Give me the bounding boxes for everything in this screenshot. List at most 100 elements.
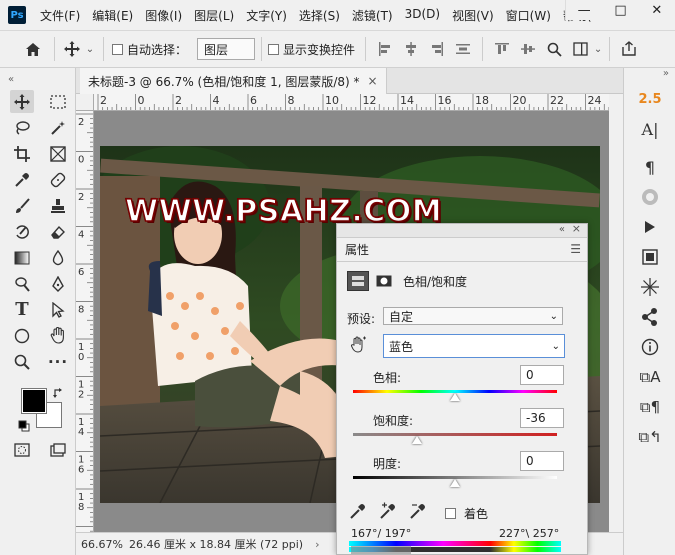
eyedropper-subtract-icon[interactable] (409, 502, 427, 523)
preset-dropdown[interactable]: 自定 ⌄ (383, 307, 563, 325)
collapse-toolbar-icon[interactable]: « (0, 68, 75, 90)
menu-item[interactable]: 图层(L) (188, 7, 240, 24)
history-brush-icon[interactable] (10, 220, 34, 243)
status-arrow-icon[interactable]: › (315, 538, 319, 551)
auto-select-checkbox[interactable]: 自动选择： (112, 41, 187, 58)
workspace-icon[interactable] (567, 42, 593, 56)
menu-item[interactable]: 文件(F) (34, 7, 86, 24)
move-tool-icon[interactable] (10, 90, 34, 113)
saturation-input[interactable]: -36 (520, 408, 564, 428)
default-colors-icon[interactable] (18, 420, 30, 432)
paragraph-styles-icon[interactable]: ⧉¶ (624, 392, 675, 422)
menu-item[interactable]: 编辑(E) (86, 7, 139, 24)
crop-tool-icon[interactable] (10, 142, 34, 165)
checkbox-box[interactable] (268, 43, 280, 55)
search-icon[interactable] (541, 42, 567, 57)
dodge-tool-icon[interactable] (10, 272, 34, 295)
screen-mode-icon[interactable] (46, 438, 70, 461)
chevron-down-icon[interactable]: ⌄ (83, 36, 97, 62)
panel-menu-icon[interactable]: ☰ (570, 242, 581, 256)
character-styles-icon[interactable]: ⧉A (624, 362, 675, 392)
eyedropper-add-icon[interactable] (379, 502, 397, 523)
swap-colors-icon[interactable] (52, 386, 66, 400)
eraser-tool-icon[interactable] (46, 220, 70, 243)
panel-title-bar: 属性 ☰ (337, 238, 587, 262)
layer-dropdown[interactable]: 图层 (197, 38, 256, 60)
healing-brush-icon[interactable] (46, 168, 70, 191)
menu-item[interactable]: 选择(S) (293, 7, 346, 24)
type-tool-icon[interactable]: T (10, 298, 34, 321)
share-icon[interactable] (616, 41, 642, 57)
path-selection-icon[interactable] (46, 298, 70, 321)
magic-wand-icon[interactable] (46, 116, 70, 139)
colorize-checkbox[interactable]: 着色 (445, 505, 488, 522)
hue-input[interactable]: 0 (520, 365, 564, 385)
menu-item[interactable]: 窗口(W) (500, 7, 557, 24)
gradient-tool-icon[interactable] (10, 246, 34, 269)
foreground-color-swatch[interactable] (21, 388, 47, 414)
character-icon[interactable]: A| (624, 114, 675, 144)
show-transform-checkbox[interactable]: 显示变换控件 (268, 41, 355, 58)
stamp-tool-icon[interactable] (46, 194, 70, 217)
saturation-value: -36 (526, 411, 546, 425)
adjustments-icon[interactable] (624, 302, 675, 332)
color-range-selector[interactable] (351, 546, 411, 554)
brush-tool-icon[interactable] (10, 194, 34, 217)
align-hcenter-icon[interactable] (398, 42, 424, 56)
channel-dropdown[interactable]: 蓝色 ⌄ (383, 334, 565, 358)
pen-tool-icon[interactable] (46, 272, 70, 295)
zoom-tool-icon[interactable] (10, 350, 34, 373)
lightness-input[interactable]: 0 (520, 451, 564, 471)
checkbox-box[interactable] (112, 43, 123, 55)
move-tool-icon[interactable] (61, 36, 83, 62)
saturation-slider-thumb[interactable] (412, 436, 422, 444)
paragraph-icon[interactable]: ¶ (624, 152, 675, 182)
menu-item[interactable]: 文字(Y) (240, 7, 293, 24)
saturation-slider-track[interactable] (353, 433, 557, 436)
frame-tool-icon[interactable] (46, 142, 70, 165)
layer-mask-icon[interactable] (375, 274, 393, 288)
show-transform-label: 显示变换控件 (283, 42, 356, 57)
brush-settings-icon[interactable] (624, 272, 675, 302)
eyedropper-icon[interactable] (10, 168, 34, 191)
quick-mask-icon[interactable] (10, 438, 34, 461)
close-panel-icon[interactable]: × (572, 222, 581, 235)
libraries-icon[interactable] (624, 242, 675, 272)
expand-panels-icon[interactable]: » (624, 68, 675, 84)
targeted-adjust-icon[interactable] (349, 336, 367, 357)
menu-item[interactable]: 滤镜(T) (346, 7, 399, 24)
ruler-label: 16 (438, 94, 452, 107)
close-tab-icon[interactable]: × (368, 74, 378, 88)
minimize-button[interactable]: — (566, 0, 602, 20)
chevron-down-icon[interactable]: ⌄ (593, 36, 603, 62)
ellipse-tool-icon[interactable] (10, 324, 34, 347)
adjustment-layer-icon[interactable] (347, 271, 369, 291)
marquee-tool-icon[interactable] (46, 90, 70, 113)
collapse-panel-icon[interactable]: « (559, 224, 565, 235)
document-tab[interactable]: 未标题-3 @ 66.7% (色相/饱和度 1, 图层蒙版/8) * × (80, 68, 387, 94)
align-right-icon[interactable] (424, 42, 450, 56)
align-top-icon[interactable] (489, 42, 515, 56)
home-icon[interactable] (18, 36, 48, 62)
menu-item[interactable]: 图像(I) (139, 7, 188, 24)
close-window-button[interactable]: ✕ (639, 0, 675, 20)
info-icon[interactable] (624, 332, 675, 362)
hue-slider-thumb[interactable] (450, 393, 460, 401)
more-tools-icon[interactable]: ··· (46, 350, 70, 373)
menu-item[interactable]: 3D(D) (399, 7, 446, 24)
menu-item[interactable]: 视图(V) (446, 7, 500, 24)
eyedropper-icon[interactable] (349, 502, 367, 523)
align-left-icon[interactable] (372, 42, 398, 56)
history-icon[interactable]: ⧉↰ (624, 422, 675, 452)
glyph-icon[interactable] (624, 182, 675, 212)
restore-button[interactable]: □ (602, 0, 638, 20)
checkbox-box[interactable] (445, 508, 456, 519)
lasso-tool-icon[interactable] (10, 116, 34, 139)
actions-play-icon[interactable] (624, 212, 675, 242)
blur-tool-icon[interactable] (46, 246, 70, 269)
hand-tool-icon[interactable] (46, 324, 70, 347)
zoom-level[interactable]: 66.67% (76, 538, 126, 551)
align-vcenter-icon[interactable] (515, 42, 541, 56)
lightness-slider-thumb[interactable] (450, 479, 460, 487)
distribute-icon[interactable] (450, 42, 476, 56)
